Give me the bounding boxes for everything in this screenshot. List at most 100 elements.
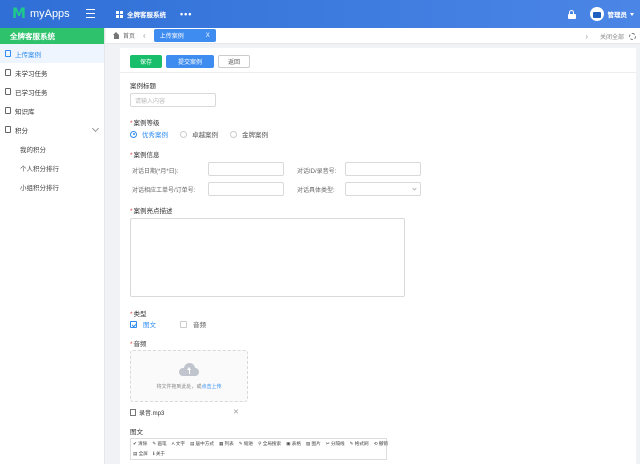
lock-icon[interactable] <box>567 9 576 19</box>
sidebar-item-label: 已学习任务 <box>15 89 48 97</box>
sidebar: 全牌客服系统 上传案例 未学习任务 已学习任务 知识库 积分 我的积分 个人积分… <box>0 28 105 464</box>
chevron-left-icon[interactable]: ‹ <box>143 31 146 40</box>
editor-tool-button[interactable]: ▤ 居中方式 <box>190 441 214 447</box>
more-icon[interactable]: ••• <box>180 9 192 19</box>
book-icon <box>5 107 11 114</box>
uploaded-file[interactable]: 录音.mp3 <box>130 408 164 417</box>
case-level-label: *案例等级 <box>130 120 160 127</box>
editor-tool-button[interactable]: ▨ 图片 <box>306 441 321 447</box>
chevron-right-icon[interactable]: › <box>585 32 588 41</box>
radio-outstanding-case[interactable]: 卓越案例 <box>180 129 218 139</box>
sidebar-subitem-personal-ranking[interactable]: 个人积分排行 <box>0 158 104 177</box>
sidebar-subitem-my-points[interactable]: 我的积分 <box>0 139 104 158</box>
home-icon[interactable] <box>113 32 120 39</box>
editor-tool-button[interactable]: ✎ 画笔 <box>152 441 166 447</box>
editor-tool-button[interactable]: ✂ 分隔线 <box>326 441 345 447</box>
case-title-label: 案例标题 <box>130 83 156 90</box>
upload-hint: 将文件拖到此处，或点击上传 <box>156 384 222 390</box>
date-input[interactable] <box>208 162 284 176</box>
avatar[interactable] <box>589 7 604 21</box>
chevron-down-icon <box>91 124 100 133</box>
editor-tool-button[interactable]: ⚲ 全局搜索 <box>258 441 281 447</box>
checkbox-box <box>180 320 187 328</box>
editor-tool-button[interactable]: ▣ 表格 <box>286 441 301 447</box>
dialog-type-label: 对话具体类型: <box>297 188 335 194</box>
description-textarea[interactable] <box>130 218 405 297</box>
top-bar: M myApps 全牌客服系统 ••• 管理员 <box>0 0 640 28</box>
close-all-button[interactable]: 关闭全部 <box>600 32 624 41</box>
logo-icon: M <box>12 6 26 22</box>
sidebar-item-unlearned-tasks[interactable]: 未学习任务 <box>0 63 104 82</box>
sidebar-item-knowledge-base[interactable]: 知识库 <box>0 101 104 120</box>
sidebar-item-label: 积分 <box>15 127 28 135</box>
rich-text-label: 图文 <box>130 429 143 436</box>
sidebar-item-upload-case[interactable]: 上传案例 <box>0 44 104 63</box>
checkbox-audio[interactable]: 音频 <box>180 319 206 329</box>
checkbox-image-text[interactable]: 图文 <box>130 319 156 329</box>
sidebar-item-points[interactable]: 积分 <box>0 120 104 139</box>
editor-tool-button[interactable]: A 文字 <box>172 441 185 447</box>
chevron-down-icon <box>412 186 417 191</box>
upload-link[interactable]: 点击上传 <box>202 384 222 390</box>
editor-tool-button[interactable]: ⟲ 撤销 <box>374 441 388 447</box>
cloud-upload-icon <box>179 363 199 376</box>
editor-tool-button[interactable]: ✎ 格式刷 <box>350 441 369 447</box>
divider <box>120 72 636 73</box>
apps-grid-icon <box>116 10 123 18</box>
case-title-input[interactable]: 请输入内容 <box>130 93 216 107</box>
form-toolbar: 保存 提交案例 返回 <box>130 55 254 68</box>
radio-dot <box>180 130 187 138</box>
editor-tool-button[interactable]: ▤ 全屏 <box>133 451 148 457</box>
tab-home[interactable]: 首页 <box>123 31 135 40</box>
sidebar-header: 全牌客服系统 <box>0 28 104 44</box>
description-label: *案例亮点描述 <box>130 208 173 215</box>
app-name: myApps <box>29 8 70 20</box>
tab-label: 上传案例 <box>159 34 184 40</box>
sidebar-item-label: 未学习任务 <box>15 70 48 78</box>
chevron-down-icon[interactable] <box>630 12 634 16</box>
file-icon <box>130 409 136 416</box>
document-icon <box>5 69 11 76</box>
audio-label: *音频 <box>130 341 147 348</box>
case-info-label: *案例信息 <box>130 152 160 159</box>
editor-tool-button[interactable]: ✔ 清除 <box>133 441 147 447</box>
file-name: 录音.mp3 <box>139 411 165 417</box>
sidebar-item-label: 上传案例 <box>15 51 41 59</box>
sidebar-subitem-group-ranking[interactable]: 小组积分排行 <box>0 177 104 196</box>
main-panel: 保存 提交案例 返回 案例标题 请输入内容 *案例等级 优秀案例 卓越案例 金牌… <box>120 48 636 464</box>
menu-toggle-icon[interactable] <box>86 8 100 20</box>
delete-file-icon[interactable]: ✕ <box>233 408 239 416</box>
tab-bar: 首页 ‹ 上传案例 X › 关闭全部 <box>106 28 640 44</box>
dialog-type-select[interactable] <box>345 182 421 196</box>
date-label: 对话日期(*月*日): <box>132 169 179 175</box>
radio-dot <box>130 130 137 138</box>
back-button[interactable]: 返回 <box>218 55 250 68</box>
points-icon <box>5 126 11 133</box>
upload-dropzone[interactable]: 将文件拖到此处，或点击上传 <box>130 350 248 402</box>
editor-tool-button[interactable]: ▦ 列表 <box>219 441 234 447</box>
editor-tool-button[interactable]: ℹ 关于 <box>153 451 165 457</box>
sidebar-item-label: 知识库 <box>15 108 35 116</box>
gear-icon[interactable] <box>629 32 636 40</box>
category-label: *类型 <box>130 311 147 318</box>
dialog-id-label: 对话ID/录音号: <box>297 169 337 175</box>
system-menu-label: 全牌客服系统 <box>127 12 166 19</box>
submit-case-button[interactable]: 提交案例 <box>166 55 214 68</box>
rich-text-toolbar: ✔ 清除 ✎ 画笔 A 文字 ▤ 居中方式 ▦ 列表 ✎ 缩进 ⚲ 全局搜索 ▣ 表格 ▨ 图片… <box>130 438 388 460</box>
ticket-input[interactable] <box>208 182 284 196</box>
radio-gold-case[interactable]: 金牌案例 <box>230 129 268 139</box>
system-menu[interactable]: 全牌客服系统 <box>116 9 166 19</box>
tab-upload-case[interactable]: 上传案例 X <box>153 29 216 42</box>
user-name[interactable]: 管理员 <box>608 9 628 19</box>
document-icon <box>5 50 11 57</box>
save-button[interactable]: 保存 <box>130 55 162 68</box>
app-logo[interactable]: M myApps <box>0 0 96 28</box>
radio-excellent-case[interactable]: 优秀案例 <box>130 129 168 139</box>
ticket-label: 对话相应工单号/订单号: <box>132 188 196 194</box>
dialog-id-input[interactable] <box>345 162 421 176</box>
checkbox-box <box>130 320 137 328</box>
close-icon[interactable]: X <box>206 33 210 39</box>
editor-tool-button[interactable]: ✎ 缩进 <box>239 441 253 447</box>
radio-dot <box>230 130 237 138</box>
sidebar-item-learned-tasks[interactable]: 已学习任务 <box>0 82 104 101</box>
